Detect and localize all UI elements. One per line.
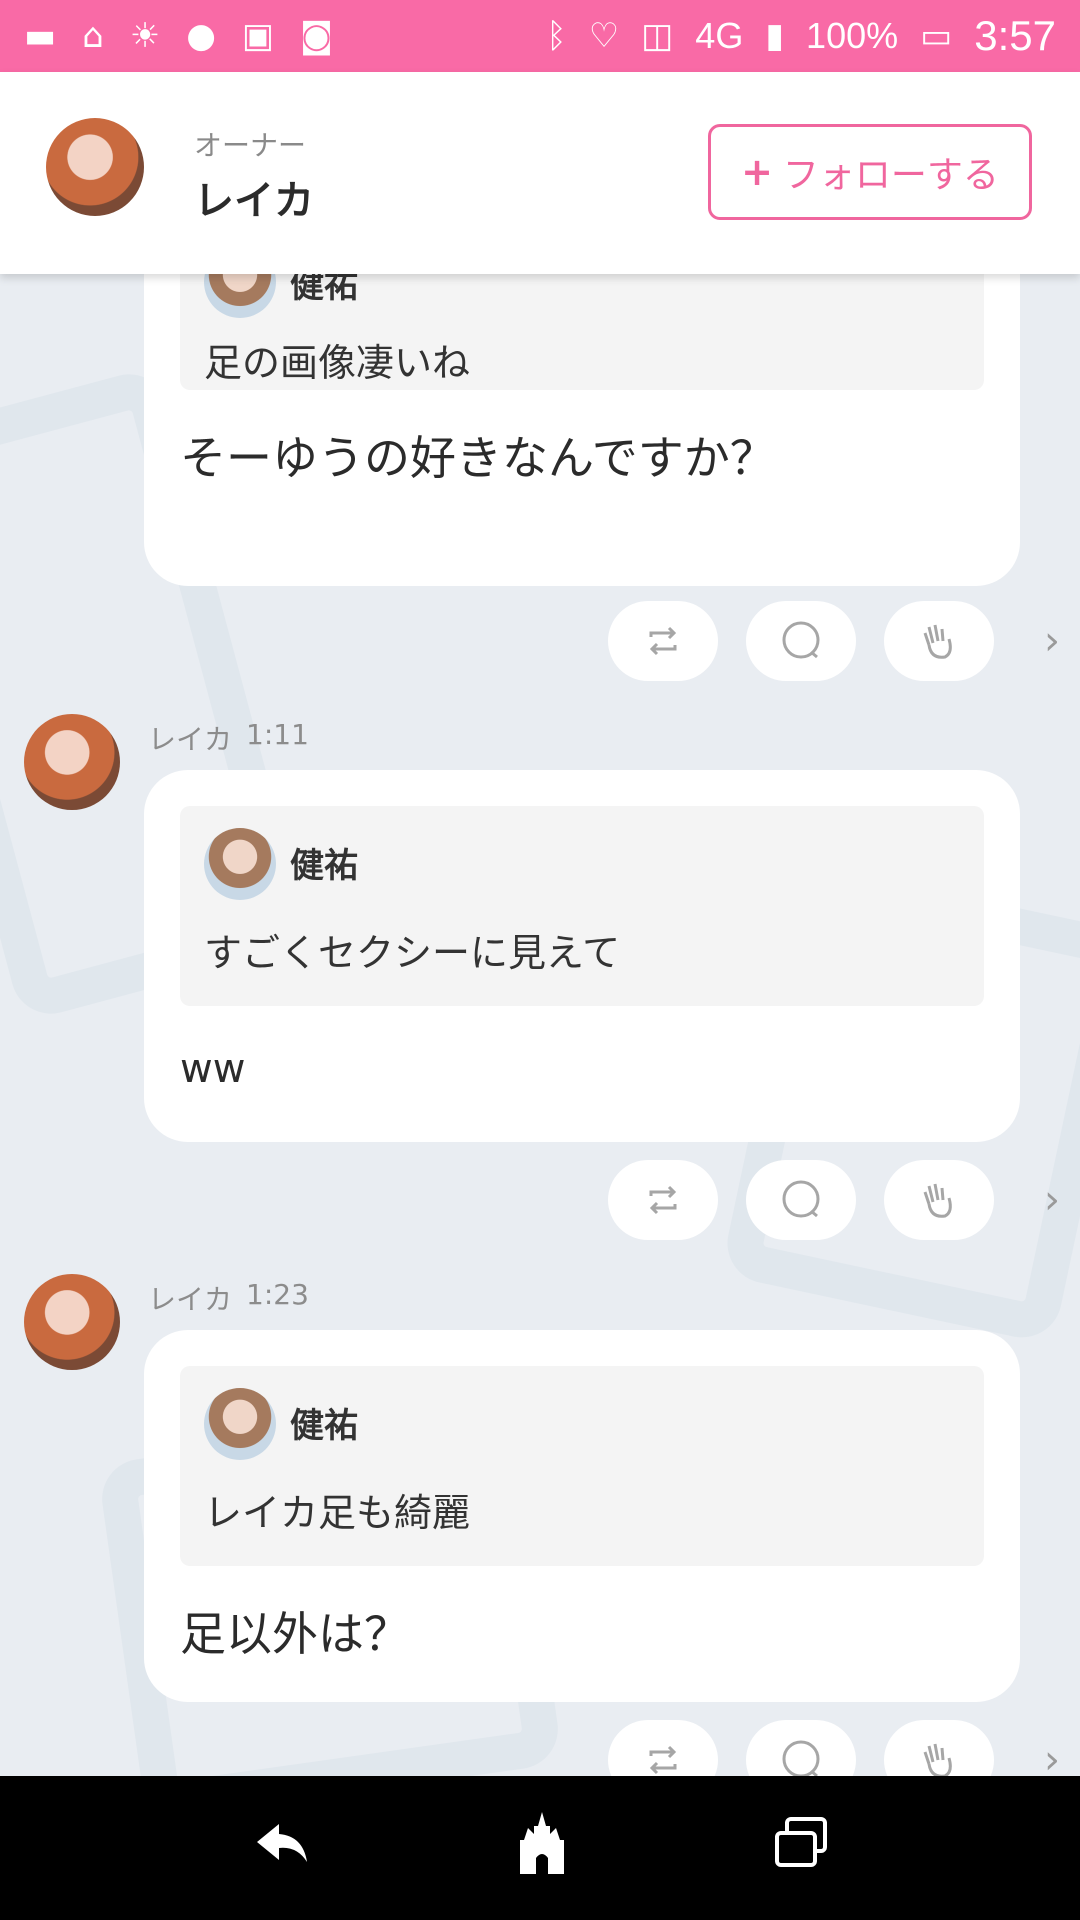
quote-author-avatar xyxy=(204,828,276,900)
quoted-message[interactable]: 健祐 足の画像凄いね xyxy=(180,274,984,390)
quote-author-name: 健祐 xyxy=(290,274,358,306)
quote-author-name: 健祐 xyxy=(290,1406,358,1446)
signal-icon: ▮ xyxy=(765,16,785,56)
clap-icon xyxy=(923,1183,952,1218)
owner-name[interactable]: レイカ xyxy=(194,168,314,226)
home-castle-icon[interactable] xyxy=(514,1810,570,1886)
d-app-icon: ◙ xyxy=(300,16,333,56)
message-meta: レイカ 1:11 xyxy=(148,718,309,758)
navigation-bar xyxy=(0,1776,1080,1920)
clock: 3:57 xyxy=(974,12,1056,59)
nfc-icon: ◫ xyxy=(641,16,674,56)
message-bubble[interactable]: 健祐 レイカ足も綺麗 足以外は？ xyxy=(144,1330,1020,1702)
image-icon: ▣ xyxy=(241,16,274,56)
mouse-ears-icon: ● xyxy=(186,16,216,56)
message-time: 1:11 xyxy=(246,718,309,751)
comment-button[interactable] xyxy=(746,601,856,681)
message-feed[interactable]: 健祐 足の画像凄いね そーゆうの好きなんですか？ › レイカ 1:11 健祐 す… xyxy=(0,274,1080,1776)
message-time: 1:23 xyxy=(246,1278,309,1311)
author-avatar[interactable] xyxy=(24,1274,120,1370)
comment-button[interactable] xyxy=(746,1720,856,1776)
bluetooth-icon: ᛒ xyxy=(546,16,567,56)
network-type: 4G xyxy=(695,15,744,56)
quote-text: レイカ足も綺麗 xyxy=(204,1491,471,1535)
comment-icon xyxy=(782,1180,820,1218)
repost-icon xyxy=(649,626,677,656)
message-bubble[interactable]: 健祐 足の画像凄いね そーゆうの好きなんですか？ xyxy=(144,274,1020,586)
chevron-right-icon[interactable]: › xyxy=(1044,618,1060,664)
comment-icon xyxy=(782,621,820,659)
follow-button-label: フォローする xyxy=(782,155,999,196)
repost-button[interactable] xyxy=(608,1160,718,1240)
message-text: ww xyxy=(180,1046,246,1092)
chevron-right-icon[interactable]: › xyxy=(1044,1177,1060,1223)
author-name: レイカ xyxy=(148,723,233,756)
message-actions: › xyxy=(608,601,1060,681)
clap-icon xyxy=(923,1743,952,1776)
author-avatar[interactable] xyxy=(24,714,120,810)
chevron-right-icon[interactable]: › xyxy=(1044,1737,1060,1776)
clap-button[interactable] xyxy=(884,601,994,681)
notification-icons: ▬ ⌂ ☀ ● ▣ ◙ xyxy=(24,19,333,53)
recent-apps-icon[interactable] xyxy=(773,1815,829,1881)
plus-icon: + xyxy=(741,150,773,194)
quoted-message[interactable]: 健祐 すごくセクシーに見えて xyxy=(180,806,984,1006)
quote-author-avatar xyxy=(204,1388,276,1460)
quote-text: すごくセクシーに見えて xyxy=(204,931,621,975)
comment-icon xyxy=(782,1740,820,1776)
quoted-message[interactable]: 健祐 レイカ足も綺麗 xyxy=(180,1366,984,1566)
message-text: 足以外は？ xyxy=(180,1607,410,1661)
clap-button[interactable] xyxy=(884,1160,994,1240)
system-icons: ᛒ ♡ ◫ 4G ▮ 100% ▭ 3:57 xyxy=(546,12,1056,60)
repost-icon xyxy=(649,1185,677,1215)
message-bubble[interactable]: 健祐 すごくセクシーに見えて ww xyxy=(144,770,1020,1142)
message-text: そーゆうの好きなんですか？ xyxy=(180,431,776,485)
message-actions: › xyxy=(608,1720,1060,1776)
quote-author-name: 健祐 xyxy=(290,846,358,886)
owner-role-label: オーナー xyxy=(194,129,307,162)
room-header: オーナー レイカ + フォローする xyxy=(0,72,1080,274)
clap-button[interactable] xyxy=(884,1720,994,1776)
quote-text: 足の画像凄いね xyxy=(204,341,471,385)
quote-author-avatar xyxy=(204,274,276,318)
repost-button[interactable] xyxy=(608,601,718,681)
repost-icon xyxy=(649,1745,677,1775)
heart-icon: ♡ xyxy=(588,16,620,56)
battery-percent: 100% xyxy=(806,15,899,56)
comment-button[interactable] xyxy=(746,1160,856,1240)
message-actions: › xyxy=(608,1160,1060,1240)
message-meta: レイカ 1:23 xyxy=(148,1278,309,1318)
repost-button[interactable] xyxy=(608,1720,718,1776)
lamp-icon: ⌂ xyxy=(82,16,104,56)
brightness-icon: ☀ xyxy=(129,16,161,56)
owner-avatar[interactable] xyxy=(46,118,144,216)
chat-icon: ▬ xyxy=(24,16,57,56)
status-bar: ▬ ⌂ ☀ ● ▣ ◙ ᛒ ♡ ◫ 4G ▮ 100% ▭ 3:57 xyxy=(0,0,1080,72)
author-name: レイカ xyxy=(148,1283,233,1316)
battery-icon: ▭ xyxy=(920,16,953,56)
back-icon[interactable] xyxy=(251,1818,311,1878)
follow-button[interactable]: + フォローする xyxy=(708,124,1032,220)
clap-icon xyxy=(923,624,952,659)
